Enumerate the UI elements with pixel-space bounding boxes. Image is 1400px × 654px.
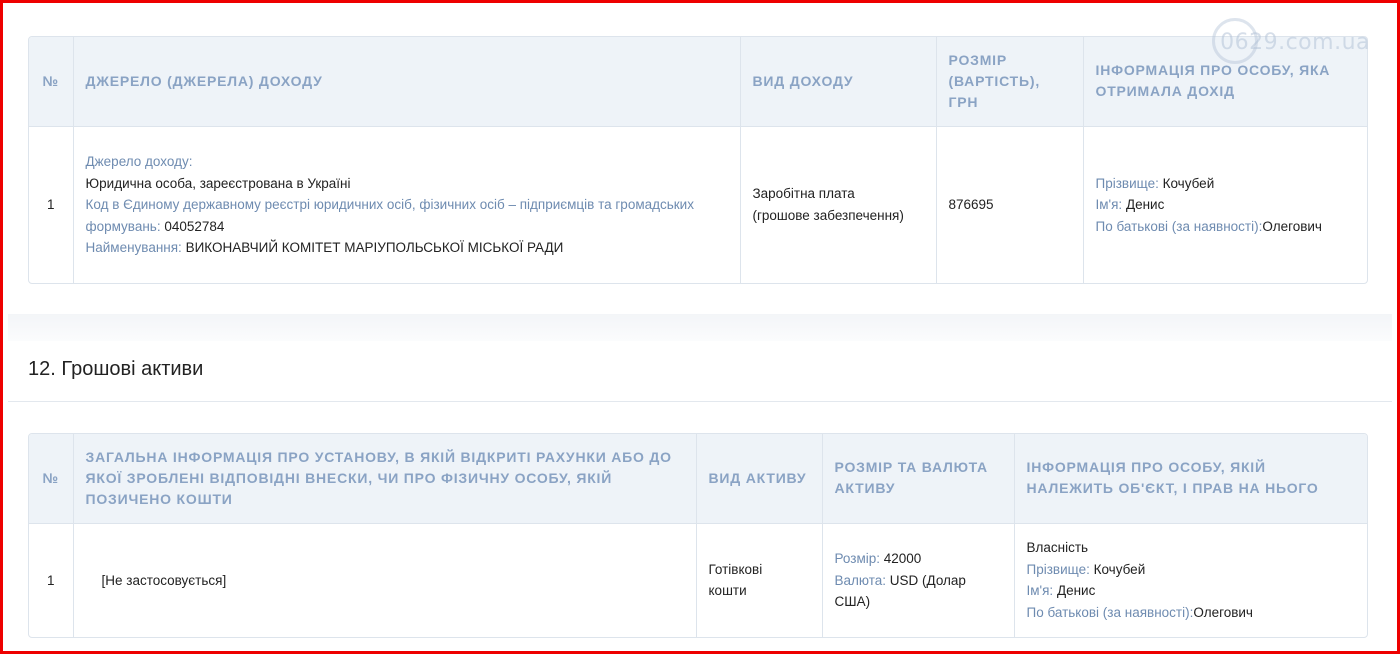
income-table-card: № Джерело (джерела) доходу Вид доходу Ро… bbox=[28, 36, 1368, 284]
firstname-value: Денис bbox=[1125, 197, 1165, 212]
section-separator bbox=[8, 314, 1392, 341]
source-value: Юридична особа, зареєстрована в Україні bbox=[85, 175, 351, 191]
income-type-line2: (грошове забезпечення) bbox=[752, 207, 904, 223]
col-income-amount: Розмір (вартість), грн bbox=[936, 37, 1084, 126]
assets-table-card: № Загальна інформація про установу, в як… bbox=[28, 433, 1368, 638]
col-asset-type: Вид активу bbox=[696, 434, 823, 523]
row-number: 1 bbox=[29, 125, 74, 283]
size-label: Розмір: bbox=[834, 551, 881, 566]
asset-type-line1: Готівкові bbox=[708, 561, 763, 577]
patronymic-label: По батькові (за наявності): bbox=[1095, 218, 1263, 234]
row-number: 1 bbox=[29, 522, 74, 637]
patronymic-label: По батькові (за наявності): bbox=[1026, 604, 1194, 620]
income-table-header: № Джерело (джерела) доходу Вид доходу Ро… bbox=[29, 37, 1367, 126]
income-recipient-cell: Прізвище: Кочубей Ім'я: Денис По батьков… bbox=[1083, 125, 1367, 283]
ownership-value: Власність bbox=[1026, 540, 1089, 556]
section-title: 12. Грошові активи bbox=[28, 358, 204, 380]
firstname-value: Денис bbox=[1056, 583, 1096, 599]
section-divider bbox=[8, 401, 1392, 402]
table-row: 1 [Не застосовується] Готівкові кошти Ро… bbox=[29, 522, 1367, 637]
currency-label: Валюта: bbox=[834, 572, 887, 588]
institution-cell: [Не застосовується] bbox=[73, 522, 697, 637]
asset-size-cell: Розмір: 42000 Валюта: USD (Долар США) bbox=[822, 522, 1015, 637]
patronymic-value: Олегович bbox=[1262, 218, 1322, 234]
asset-owner-cell: Власність Прізвище: Кочубей Ім'я: Денис … bbox=[1014, 522, 1367, 637]
name-value: ВИКОНАВЧИЙ КОМІТЕТ МАРІУПОЛЬСЬКОЇ МІСЬКО… bbox=[185, 240, 564, 255]
code-value: 04052784 bbox=[164, 218, 225, 234]
col-income-type: Вид доходу bbox=[740, 37, 937, 126]
surname-value: Кочубей bbox=[1162, 175, 1215, 191]
table-row: 1 Джерело доходу: Юридична особа, зареєс… bbox=[29, 125, 1367, 283]
patronymic-value: Олегович bbox=[1193, 604, 1253, 620]
source-label: Джерело доходу: bbox=[85, 154, 193, 169]
firstname-label: Ім'я: bbox=[1026, 583, 1054, 599]
firstname-label: Ім'я: bbox=[1095, 197, 1123, 212]
income-table: № Джерело (джерела) доходу Вид доходу Ро… bbox=[29, 37, 1367, 283]
name-label: Найменування: bbox=[85, 240, 182, 255]
size-value: 42000 bbox=[883, 551, 922, 566]
assets-table-header: № Загальна інформація про установу, в як… bbox=[29, 434, 1367, 523]
col-institution: Загальна інформація про установу, в якій… bbox=[73, 434, 697, 523]
surname-value: Кочубей bbox=[1093, 561, 1146, 577]
income-source-cell: Джерело доходу: Юридична особа, зареєстр… bbox=[73, 125, 741, 283]
surname-label: Прізвище: bbox=[1026, 561, 1090, 577]
watermark-circle-icon bbox=[1212, 18, 1259, 64]
col-number: № bbox=[29, 434, 74, 523]
asset-type-cell: Готівкові кошти bbox=[696, 522, 823, 637]
col-number: № bbox=[29, 37, 74, 126]
income-type-line1: Заробітна плата bbox=[752, 186, 855, 202]
assets-table: № Загальна інформація про установу, в як… bbox=[29, 434, 1367, 637]
col-income-source: Джерело (джерела) доходу bbox=[73, 37, 741, 126]
income-amount-cell: 876695 bbox=[936, 125, 1084, 283]
surname-label: Прізвище: bbox=[1095, 175, 1159, 191]
col-asset-owner: Інформація про особу, якій належить об'є… bbox=[1014, 434, 1367, 523]
income-type-cell: Заробітна плата (грошове забезпечення) bbox=[740, 125, 937, 283]
site-watermark: 0629.com.ua bbox=[1212, 18, 1370, 64]
col-asset-size: Розмір та валюта активу bbox=[822, 434, 1015, 523]
asset-type-line2: кошти bbox=[708, 583, 747, 599]
